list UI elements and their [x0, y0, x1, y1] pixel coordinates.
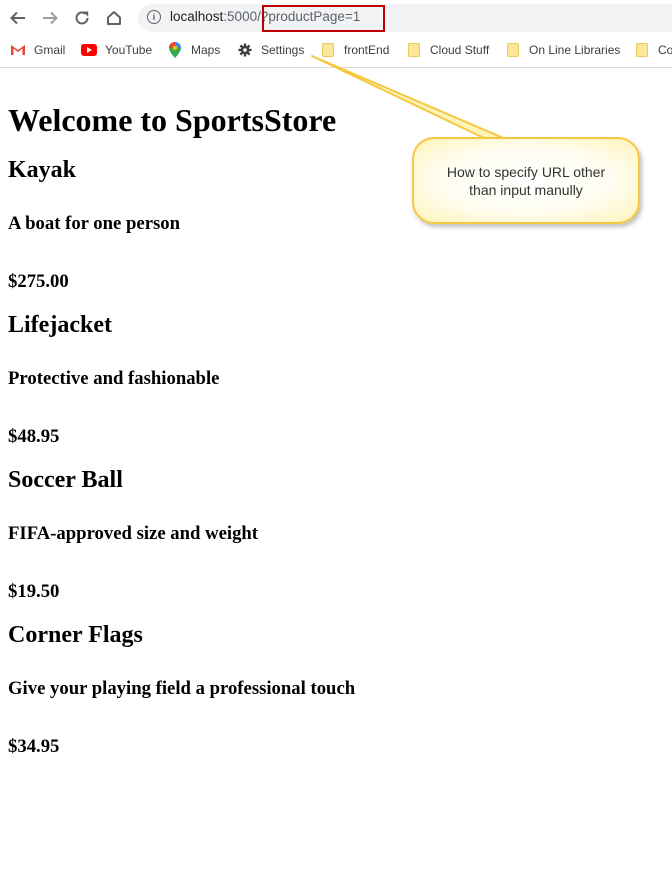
folder-icon [505, 42, 521, 58]
product-description: Protective and fashionable [8, 368, 220, 389]
bookmark-online-libraries[interactable]: On Line Libraries [505, 40, 620, 60]
gmail-icon [10, 42, 26, 58]
bookmark-maps[interactable]: Maps [167, 40, 220, 60]
youtube-icon [81, 42, 97, 58]
home-icon [107, 11, 121, 25]
bookmark-settings[interactable]: Settings [237, 40, 304, 60]
browser-chrome: i localhost:5000/?productPage=1 Gmail Yo… [0, 0, 672, 68]
folder-icon [320, 42, 336, 58]
bookmark-gmail[interactable]: Gmail [10, 40, 65, 60]
maps-icon [167, 42, 183, 58]
reload-icon [75, 11, 89, 25]
bookmark-frontend[interactable]: frontEnd [320, 40, 389, 60]
back-arrow-icon [10, 11, 25, 25]
annotation-callout: How to specify URL other than input manu… [412, 137, 640, 224]
folder-icon [406, 42, 422, 58]
product-item: Corner Flags Give your playing field a p… [8, 620, 668, 758]
product-item: Lifejacket Protective and fashionable $4… [8, 310, 668, 448]
product-description: FIFA-approved size and weight [8, 523, 259, 544]
folder-icon [634, 42, 650, 58]
product-name: Corner Flags [8, 622, 143, 648]
product-name: Lifejacket [8, 312, 112, 338]
forward-button[interactable] [38, 6, 62, 30]
reload-button[interactable] [70, 6, 94, 30]
gear-icon [237, 42, 253, 58]
home-button[interactable] [102, 6, 126, 30]
product-price: $34.95 [8, 736, 60, 757]
address-bar[interactable]: i localhost:5000/?productPage=1 [138, 4, 672, 32]
info-icon[interactable]: i [147, 10, 161, 24]
url-query-highlight-box [262, 5, 385, 32]
bookmarks-bar: Gmail YouTube Maps Settings frontEnd Clo… [0, 40, 672, 60]
bookmark-co[interactable]: Co [634, 40, 672, 60]
page-title: Welcome to SportsStore [8, 102, 337, 138]
product-price: $19.50 [8, 581, 60, 602]
product-price: $275.00 [8, 271, 69, 292]
bookmark-youtube[interactable]: YouTube [81, 40, 152, 60]
back-button[interactable] [6, 6, 30, 30]
callout-text: How to specify URL other than input manu… [446, 163, 606, 198]
product-description: Give your playing field a professional t… [8, 678, 356, 699]
forward-arrow-icon [43, 11, 58, 25]
product-item: Soccer Ball FIFA-approved size and weigh… [8, 465, 668, 603]
product-name: Soccer Ball [8, 467, 123, 493]
bookmark-cloud-stuff[interactable]: Cloud Stuff [406, 40, 489, 60]
product-price: $48.95 [8, 426, 60, 447]
